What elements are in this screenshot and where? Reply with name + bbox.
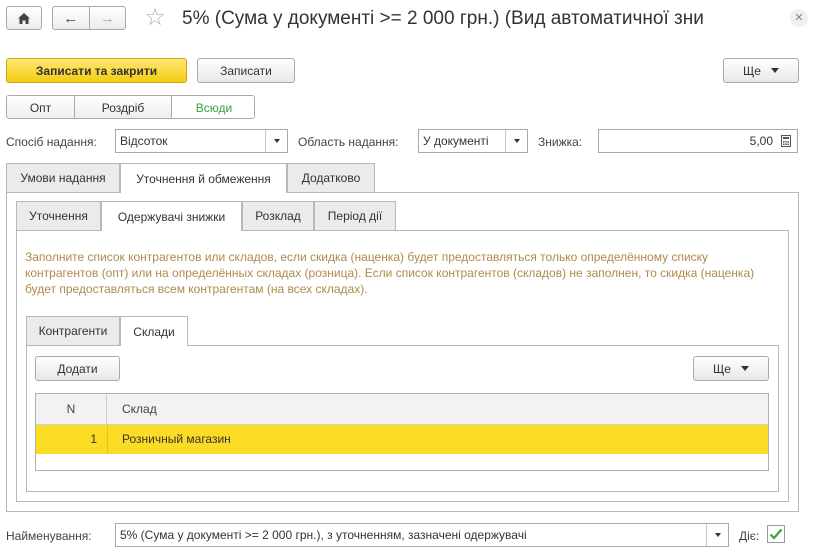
tab-conditions[interactable]: Умови надання <box>6 163 120 192</box>
name-dropdown-button[interactable] <box>706 524 728 546</box>
tab-refinements[interactable]: Уточнення й обмеження <box>120 163 287 193</box>
chevron-down-icon <box>513 139 520 143</box>
info-text: Заполните список контрагентов или складо… <box>25 250 755 296</box>
area-value: У документі <box>423 134 489 148</box>
inner-tab-counterparties[interactable]: Контрагенти <box>26 316 120 345</box>
method-label: Спосіб надання: <box>6 135 97 149</box>
active-label: Діє: <box>739 529 760 543</box>
method-value: Відсоток <box>120 134 168 148</box>
inner-tab-warehouses[interactable]: Склади <box>120 316 188 346</box>
name-input[interactable]: 5% (Сума у документі >= 2 000 грн.), з у… <box>115 523 729 547</box>
column-header-n[interactable]: N <box>36 394 107 425</box>
name-label: Найменування: <box>6 529 92 543</box>
nav-buttons: ← → <box>52 6 126 30</box>
name-value: 5% (Сума у документі >= 2 000 грн.), з у… <box>120 528 527 542</box>
chevron-down-icon <box>714 533 721 537</box>
chevron-down-icon <box>770 68 779 73</box>
chevron-down-icon <box>740 366 749 371</box>
chevron-down-icon <box>273 139 280 143</box>
discount-input[interactable]: 5,00 <box>598 129 798 153</box>
subtab-refinement[interactable]: Уточнення <box>16 201 101 230</box>
home-button[interactable] <box>6 6 42 30</box>
segment-opt[interactable]: Опт <box>7 96 75 118</box>
close-button[interactable]: ✕ <box>790 9 808 27</box>
calculator-button[interactable] <box>775 130 797 152</box>
table-more-button[interactable]: Ще <box>693 356 769 381</box>
close-icon: ✕ <box>794 11 804 24</box>
segment-everywhere[interactable]: Всюди <box>172 96 254 118</box>
save-button[interactable]: Записати <box>197 58 295 83</box>
calculator-icon <box>781 135 791 147</box>
forward-button[interactable]: → <box>90 7 126 29</box>
arrow-left-icon: ← <box>63 9 79 27</box>
home-icon <box>18 12 30 24</box>
discount-value: 5,00 <box>749 134 773 148</box>
column-header-warehouse[interactable]: Склад <box>122 394 157 425</box>
row-divider <box>107 425 108 454</box>
add-button[interactable]: Додати <box>35 356 120 381</box>
star-icon: ☆ <box>144 4 166 31</box>
arrow-right-icon: → <box>99 9 115 27</box>
table-row[interactable]: 1 Розничный магазин <box>36 425 768 454</box>
method-dropdown-button[interactable] <box>265 130 287 152</box>
table-header: N Склад <box>36 394 768 425</box>
area-label: Область надання: <box>298 135 399 149</box>
save-and-close-button[interactable]: Записати та закрити <box>6 58 187 83</box>
checkmark-icon <box>769 528 783 540</box>
tab-additional[interactable]: Додатково <box>287 163 375 192</box>
more-label: Ще <box>743 63 761 78</box>
subtab-period[interactable]: Період дії <box>314 201 396 230</box>
window-title: 5% (Сума у документі >= 2 000 грн.) (Вид… <box>182 8 704 29</box>
area-dropdown-button[interactable] <box>505 130 527 152</box>
discount-label: Знижка: <box>538 135 583 149</box>
subtab-recipients[interactable]: Одержувачі знижки <box>101 201 242 231</box>
method-select[interactable]: Відсоток <box>115 129 288 153</box>
segment-control: Опт Роздріб Всюди <box>6 95 255 119</box>
row-warehouse: Розничный магазин <box>122 432 231 446</box>
subtab-schedule[interactable]: Розклад <box>242 201 314 230</box>
row-number: 1 <box>90 432 97 446</box>
warehouses-table: N Склад 1 Розничный магазин <box>35 393 769 471</box>
back-button[interactable]: ← <box>53 7 90 29</box>
area-select[interactable]: У документі <box>418 129 528 153</box>
more-button[interactable]: Ще <box>723 58 799 83</box>
segment-retail[interactable]: Роздріб <box>75 96 172 118</box>
favorite-star-button[interactable]: ☆ <box>142 5 168 31</box>
active-checkbox[interactable] <box>767 525 785 543</box>
table-more-label: Ще <box>713 361 731 376</box>
